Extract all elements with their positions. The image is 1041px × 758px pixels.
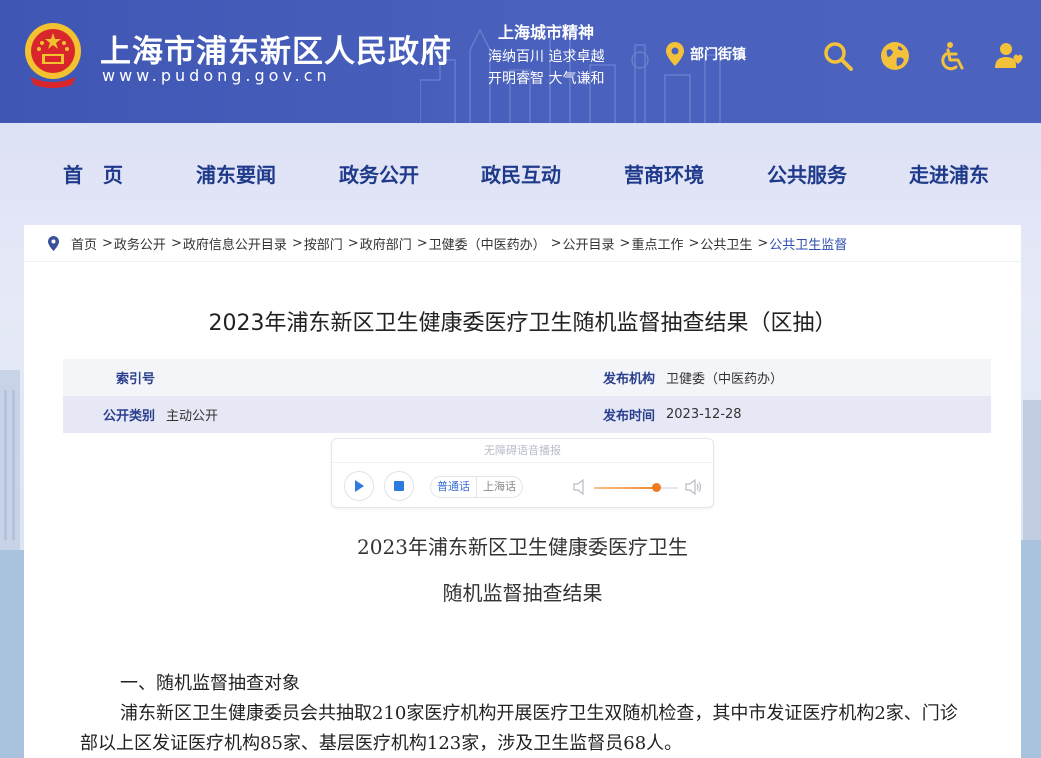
- volume-slider-fill: [594, 487, 657, 489]
- play-icon: [355, 480, 364, 492]
- search-icon[interactable]: [822, 40, 854, 72]
- audio-player: 无障碍语音播报 普通话 上海话: [331, 438, 714, 508]
- national-emblem-icon: [25, 23, 81, 88]
- department-town-link[interactable]: 部门街镇: [666, 42, 746, 66]
- site-title[interactable]: 上海市浦东新区人民政府: [100, 26, 452, 71]
- breadcrumb-government-affairs[interactable]: 政务公开: [114, 234, 166, 253]
- breadcrumb-home[interactable]: 首页: [71, 234, 97, 253]
- mandarin-option[interactable]: 普通话: [431, 477, 477, 497]
- accessibility-icon[interactable]: [936, 40, 968, 72]
- nav-item-pudong-news[interactable]: 浦东要闻: [196, 159, 276, 188]
- main-nav: 首 页 浦东要闻 政务公开 政民互动 营商环境 公共服务 走进浦东: [0, 145, 1041, 200]
- body-heading-line-1: 2023年浦东新区卫生健康委医疗卫生: [357, 535, 688, 559]
- breadcrumb-separator: >: [416, 235, 428, 251]
- shanghainese-option[interactable]: 上海话: [477, 477, 522, 497]
- article-meta-table: 索引号 发布机构 卫健委（中医药办） 公开类别 主动公开 发布时间 2023-1…: [63, 359, 991, 433]
- location-pin-icon: [48, 235, 59, 251]
- user-icon[interactable]: [993, 40, 1025, 72]
- city-spirit-line-1: 海纳百川 追求卓越: [488, 49, 605, 65]
- publisher-value: 卫健委（中医药办）: [666, 372, 784, 387]
- breadcrumb-public-health-supervision[interactable]: 公共卫生监督: [769, 234, 847, 253]
- nav-item-government-affairs[interactable]: 政务公开: [339, 159, 419, 188]
- stop-button[interactable]: [384, 471, 414, 501]
- globe-icon[interactable]: [879, 40, 911, 72]
- city-spirit-line-2: 开明睿智 大气谦和: [488, 71, 605, 87]
- section-paragraph: 浦东新区卫生健康委员会共抽取210家医疗机构开展医疗卫生双随机检查，其中市发证医…: [80, 703, 958, 754]
- breadcrumb-health-commission[interactable]: 卫健委（中医药办）: [429, 234, 546, 253]
- section-title: 一、随机监督抽查对象: [120, 673, 300, 694]
- city-decoration-right: [1021, 400, 1041, 758]
- breadcrumb-separator: >: [757, 235, 769, 251]
- category-value: 主动公开: [166, 409, 219, 424]
- date-label: 发布时间: [602, 409, 655, 424]
- breadcrumb-separator: >: [550, 235, 562, 251]
- breadcrumb-separator: >: [688, 235, 700, 251]
- stop-icon: [394, 481, 404, 491]
- volume-low-icon[interactable]: [573, 479, 587, 495]
- city-decoration-left: [0, 370, 24, 758]
- breadcrumb-separator: >: [170, 235, 182, 251]
- nav-item-about-pudong[interactable]: 走进浦东: [909, 159, 989, 188]
- index-label: 索引号: [115, 372, 155, 387]
- breadcrumb-separator: >: [291, 235, 303, 251]
- category-label: 公开类别: [102, 409, 155, 424]
- site-url: www.pudong.gov.cn: [102, 66, 331, 85]
- breadcrumb-by-department[interactable]: 按部门: [304, 234, 343, 253]
- breadcrumb-government-departments[interactable]: 政府部门: [360, 234, 412, 253]
- date-value: 2023-12-28: [666, 407, 742, 422]
- city-spirit-title: 上海城市精神: [498, 23, 595, 42]
- breadcrumb-public-catalog[interactable]: 公开目录: [563, 234, 615, 253]
- breadcrumb-info-catalog[interactable]: 政府信息公开目录: [183, 234, 287, 253]
- location-pin-icon: [666, 42, 684, 66]
- breadcrumb-separator: >: [619, 235, 631, 251]
- nav-item-public-services[interactable]: 公共服务: [767, 159, 847, 188]
- body-heading-line-2: 随机监督抽查结果: [442, 581, 603, 605]
- publisher-label: 发布机构: [602, 372, 655, 387]
- breadcrumb-separator: >: [102, 235, 113, 251]
- breadcrumb: 首页 > 政务公开 > 政府信息公开目录 > 按部门 > 政府部门 > 卫健委（…: [24, 225, 1021, 262]
- department-town-label: 部门街镇: [690, 47, 746, 63]
- play-button[interactable]: [344, 471, 374, 501]
- content-panel: 首页 > 政务公开 > 政府信息公开目录 > 按部门 > 政府部门 > 卫健委（…: [24, 225, 1021, 758]
- audio-player-title: 无障碍语音播报: [332, 439, 713, 463]
- breadcrumb-separator: >: [347, 235, 359, 251]
- volume-slider-handle[interactable]: [652, 483, 662, 492]
- breadcrumb-key-work[interactable]: 重点工作: [631, 234, 683, 253]
- site-header: 上海市浦东新区人民政府 www.pudong.gov.cn 上海城市精神 海纳百…: [0, 0, 1041, 123]
- meta-row: 公开类别 主动公开 发布时间 2023-12-28: [63, 396, 991, 433]
- volume-slider[interactable]: [594, 483, 678, 492]
- nav-item-interaction[interactable]: 政民互动: [481, 159, 561, 188]
- article-title: 2023年浦东新区卫生健康委医疗卫生随机监督抽查结果（区抽）: [208, 311, 837, 336]
- nav-item-home[interactable]: 首 页: [63, 159, 123, 188]
- volume-high-icon[interactable]: [685, 479, 703, 495]
- dialect-toggle: 普通话 上海话: [430, 476, 523, 498]
- nav-item-business-environment[interactable]: 营商环境: [624, 159, 704, 188]
- meta-row: 索引号 发布机构 卫健委（中医药办）: [63, 359, 991, 396]
- breadcrumb-public-health[interactable]: 公共卫生: [700, 234, 752, 253]
